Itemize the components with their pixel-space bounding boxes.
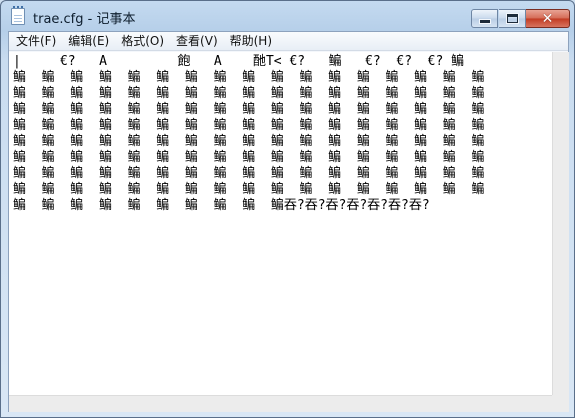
vertical-scrollbar[interactable] <box>552 52 569 395</box>
horizontal-scrollbar[interactable] <box>9 395 552 412</box>
menu-bar: 文件(F) 编辑(E) 格式(O) 查看(V) 帮助(H) <box>9 32 568 51</box>
maximize-button[interactable] <box>499 9 526 28</box>
menu-view[interactable]: 查看(V) <box>170 32 224 51</box>
close-icon: ✕ <box>541 10 554 27</box>
menu-help[interactable]: 帮助(H) <box>224 32 278 51</box>
minimize-button[interactable] <box>471 9 498 28</box>
notepad-window: trae.cfg - 记事本 ✕ 文件(F) 编辑(E) 格式(O) 查看(V)… <box>0 0 575 418</box>
notepad-icon[interactable] <box>11 6 25 25</box>
minimize-icon <box>479 20 490 23</box>
client-area: 文件(F) 编辑(E) 格式(O) 查看(V) 帮助(H) | €? A 飽 A… <box>8 31 569 412</box>
title-bar[interactable]: trae.cfg - 记事本 ✕ <box>1 1 574 31</box>
menu-edit[interactable]: 编辑(E) <box>62 32 115 51</box>
scrollbar-corner <box>552 395 569 412</box>
menu-file[interactable]: 文件(F) <box>9 32 62 51</box>
window-title: trae.cfg - 记事本 <box>33 12 136 27</box>
menu-format[interactable]: 格式(O) <box>115 32 170 51</box>
maximize-icon <box>506 14 518 23</box>
editor-content[interactable]: | €? A 飽 A 酏T< €? 鳊 €? €? €? 鳊 鳊 鳊 鳊 鳊 鳊… <box>13 54 484 214</box>
text-editor[interactable]: | €? A 飽 A 酏T< €? 鳊 €? €? €? 鳊 鳊 鳊 鳊 鳊 鳊… <box>9 52 552 395</box>
close-button[interactable]: ✕ <box>526 9 570 28</box>
